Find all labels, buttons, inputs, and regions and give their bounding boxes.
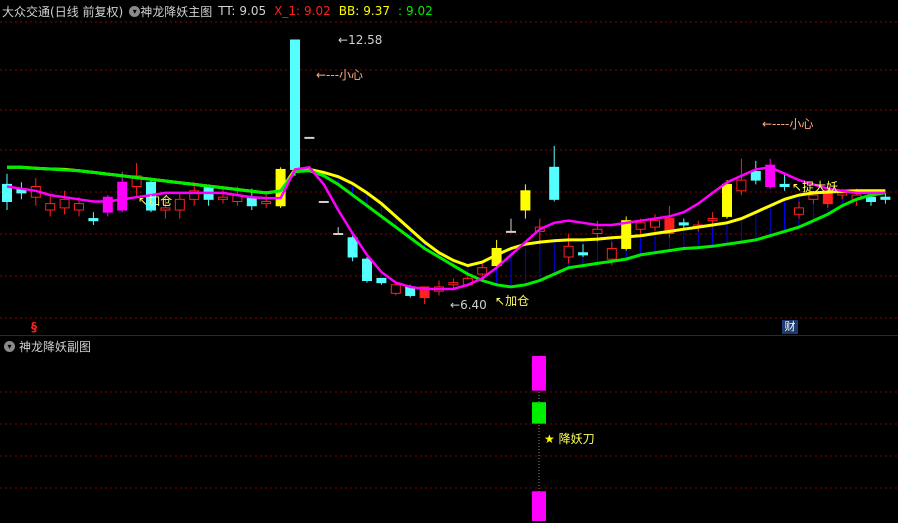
high-price-label: ←12.58: [338, 33, 383, 47]
stock-chart-window: 大众交通 (日线 前复权) ▾ 神龙降妖主图 TT: 9.05 X_1: 9.0…: [0, 0, 898, 523]
candle-body: [794, 207, 804, 215]
cai-marker-icon[interactable]: 财: [782, 320, 798, 334]
candle-body: [808, 194, 819, 200]
period-info: (日线 前复权): [50, 4, 124, 19]
x1-label: X_1:: [274, 4, 301, 18]
price-grid: [0, 21, 898, 489]
sub-signal-bar: [532, 402, 546, 424]
candle-body: [635, 222, 646, 230]
candle-body: [362, 258, 372, 282]
panel-divider[interactable]: [0, 335, 898, 336]
tt-label: TT:: [218, 4, 236, 18]
star-icon: ★: [544, 432, 555, 446]
candle-body: [102, 196, 113, 213]
candle-body: [736, 179, 747, 192]
candle-body: [578, 252, 588, 256]
chevron-down-icon[interactable]: ▾: [129, 5, 141, 17]
candle-body: [866, 196, 876, 202]
up-left-arrow-icon: ↖: [495, 294, 506, 308]
up-left-arrow-icon: ↖: [792, 180, 803, 194]
candle-body: [520, 190, 531, 211]
candle-body: [261, 200, 272, 205]
candle-body: [333, 233, 344, 236]
caution-label-2: ←----小心: [762, 117, 814, 131]
chevron-down-icon[interactable]: ▾: [4, 340, 15, 352]
add-position-label-2: ↖加仓: [495, 294, 530, 308]
candle-body: [290, 39, 300, 170]
candle-body: [59, 198, 70, 209]
s-marker-icon[interactable]: §: [31, 320, 37, 334]
candle-body: [549, 166, 560, 200]
candle-body: [304, 136, 315, 139]
candle-body: [880, 196, 891, 200]
candle-body: [722, 183, 732, 217]
sub-chart-header: ▾ 神龙降妖副图: [2, 337, 91, 355]
add-position-label-1: ↖加仓: [138, 194, 173, 208]
candle-body: [45, 203, 56, 211]
signal-label: ★ 降妖刀: [544, 432, 595, 446]
extra-label: :: [397, 4, 403, 18]
candle-body: [347, 237, 358, 258]
extra-value: 9.02: [406, 4, 433, 18]
candle-body: [606, 247, 617, 260]
catch-label: ↖捉大妖: [792, 180, 839, 194]
indicator-name[interactable]: 神龙降妖主图: [140, 3, 212, 20]
candlesticks: [2, 39, 891, 304]
left-arrow-icon: ←----: [762, 117, 790, 131]
candle-body: [218, 196, 228, 200]
candle-body: [779, 183, 790, 188]
candle-body: [750, 171, 761, 181]
low-price-label: ←6.40: [450, 298, 487, 312]
candle-body: [390, 284, 401, 294]
bb-label: BB:: [338, 4, 360, 18]
caution-label-1: ←---小心: [316, 68, 364, 82]
candle-body: [74, 203, 84, 211]
candle-body: [650, 220, 660, 228]
candle-body: [621, 220, 632, 249]
x1-value: 9.02: [304, 4, 331, 18]
candle-body: [318, 200, 329, 203]
left-arrow-icon: ←: [450, 298, 461, 312]
stock-name[interactable]: 大众交通: [2, 3, 50, 20]
bb-value: 9.37: [363, 4, 390, 18]
candle-body: [592, 228, 603, 235]
candle-body: [376, 277, 387, 284]
sub-signal-bar: [532, 356, 546, 391]
sub-signal-bar: [532, 491, 546, 521]
candle-body: [563, 245, 574, 258]
left-arrow-icon: ←: [338, 33, 349, 47]
left-arrow-icon: ←---: [316, 68, 340, 82]
tt-value: 9.05: [239, 4, 267, 18]
candle-body: [448, 282, 459, 286]
candle-body: [678, 222, 689, 226]
candle-body: [477, 267, 488, 275]
main-chart-header: 大众交通 (日线 前复权) ▾ 神龙降妖主图 TT: 9.05 X_1: 9.0…: [0, 0, 898, 22]
candle-body: [117, 181, 128, 211]
chart-canvas[interactable]: [0, 0, 898, 523]
candle-body: [88, 218, 99, 222]
sub-indicator-name[interactable]: 神龙降妖副图: [19, 338, 91, 355]
candle-body: [174, 198, 185, 211]
candle-body: [707, 218, 718, 222]
candle-body: [837, 192, 848, 196]
up-left-arrow-icon: ↖: [138, 194, 149, 208]
candle-body: [506, 230, 516, 233]
